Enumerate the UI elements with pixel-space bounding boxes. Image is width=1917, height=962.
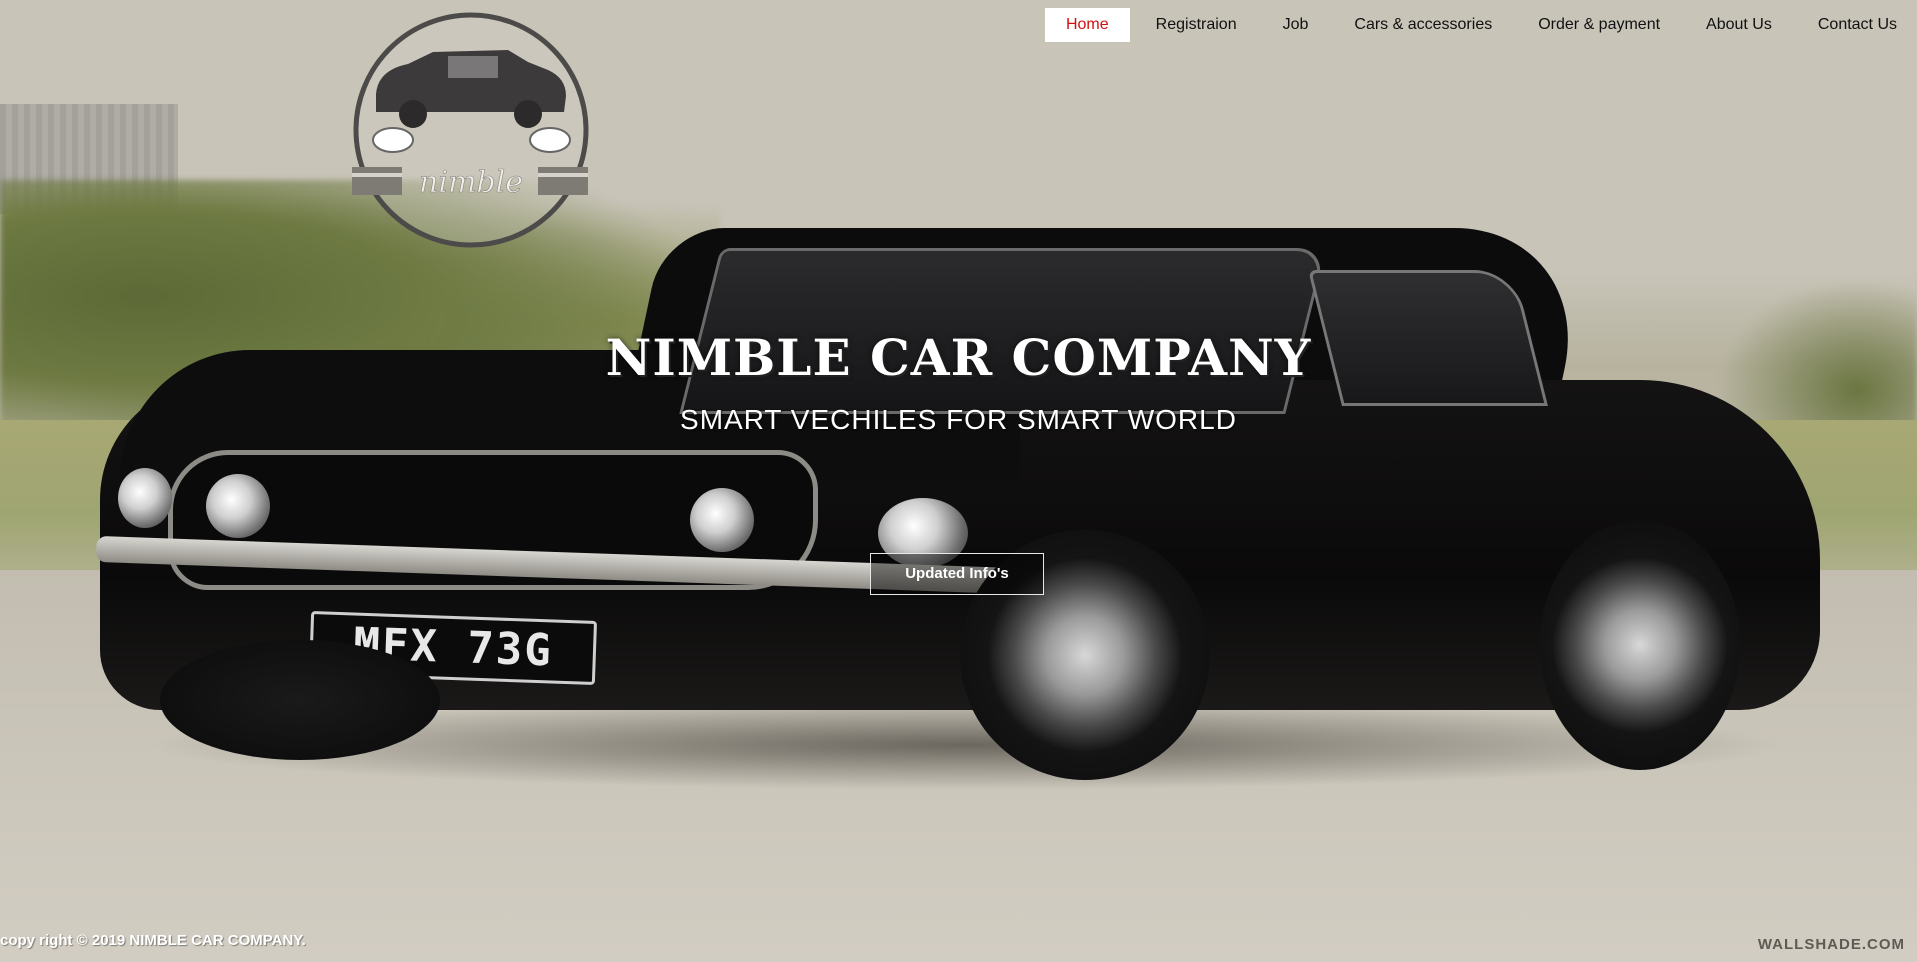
watermark: WALLSHADE.COM (1757, 936, 1905, 953)
headlight-inner-right (690, 488, 754, 552)
rear-wheel (1540, 520, 1740, 770)
headlight-left (118, 468, 172, 528)
nav-order-payment[interactable]: Order & payment (1518, 8, 1680, 42)
nav-about-us[interactable]: About Us (1686, 8, 1792, 42)
nav-registration[interactable]: Registraion (1136, 8, 1257, 42)
nav-home[interactable]: Home (1044, 8, 1130, 42)
hero-subtitle: SMART VECHILES FOR SMART WORLD (680, 404, 1237, 435)
page: MFX 73G nimble Home Registraion Job Cars… (0, 0, 1917, 962)
front-left-wheel (160, 640, 440, 760)
copyright-text: copy right © 2019 NIMBLE CAR COMPANY. (0, 932, 306, 949)
hero-title: NIMBLE CAR COMPANY (605, 328, 1312, 387)
main-navigation: Home Registraion Job Cars & accessories … (1039, 8, 1917, 42)
headlight-inner-left (206, 474, 270, 538)
hero-background-image: MFX 73G (0, 0, 1917, 962)
updated-info-button[interactable]: Updated Info's (870, 553, 1044, 595)
nav-contact-us[interactable]: Contact Us (1798, 8, 1917, 42)
nav-cars-accessories[interactable]: Cars & accessories (1334, 8, 1512, 42)
logo-text: nimble (419, 165, 523, 200)
nimble-logo[interactable]: nimble (338, 12, 604, 252)
nav-job[interactable]: Job (1263, 8, 1329, 42)
